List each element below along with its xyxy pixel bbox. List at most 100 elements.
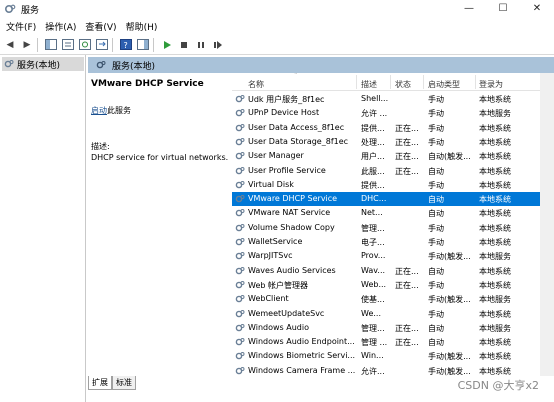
service-row[interactable]: Waves Audio Services Wav... 正在... 自动 本地系统 <box>232 264 554 278</box>
menu-action[interactable]: 操作(A) <box>45 20 76 33</box>
service-log-on-as: 本地服务 <box>479 323 511 333</box>
service-row[interactable]: User Data Access_8f1ec 提供... 正在... 手动 本地系统 <box>232 121 554 135</box>
service-name: Virtual Disk <box>248 179 294 189</box>
service-gear-icon <box>235 166 245 176</box>
pause-service-icon[interactable] <box>194 38 208 52</box>
show-hide-action-pane-icon[interactable] <box>136 38 150 52</box>
service-description: 提供... <box>361 180 385 190</box>
back-arrow-icon[interactable]: ◀ <box>3 38 17 52</box>
service-startup-type: 自动 <box>428 338 444 348</box>
service-row[interactable]: WarpJITSvc Prov... 手动(触发... 本地服务 <box>232 249 554 263</box>
console-tree-icon[interactable] <box>44 38 58 52</box>
column-header-description[interactable]: 描述 <box>361 79 389 90</box>
service-row[interactable]: UPnP Device Host 允许 ... 手动 本地服务 <box>232 106 554 120</box>
service-description: Prov... <box>361 251 386 261</box>
service-gear-icon <box>235 251 245 261</box>
service-row[interactable]: Windows Biometric Servi... Win... 手动(触发...… <box>232 349 554 363</box>
service-log-on-as: 本地系统 <box>479 195 511 205</box>
column-header-name[interactable]: 名称 <box>248 79 358 90</box>
maximize-button[interactable]: ☐ <box>486 0 520 18</box>
service-gear-icon <box>235 194 245 204</box>
properties-icon[interactable] <box>61 38 75 52</box>
service-log-on-as: 本地系统 <box>479 309 511 319</box>
menu-file[interactable]: 文件(F) <box>6 20 36 33</box>
service-startup-type: 手动(触发... <box>428 366 471 376</box>
service-startup-type: 手动 <box>428 180 444 190</box>
service-status: 正在... <box>395 323 419 333</box>
service-row[interactable]: Web 帐户管理器 Web... 正在... 手动 本地系统 <box>232 278 554 292</box>
service-status: 正在... <box>395 266 419 276</box>
service-row[interactable]: Windows Camera Frame ... 允许... 手动(触发... 本地系… <box>232 364 554 376</box>
service-status: 正在... <box>395 137 419 147</box>
tree-item-services-local[interactable]: 服务(本地) <box>2 57 84 71</box>
services-gear-icon <box>4 59 14 69</box>
restart-service-icon[interactable] <box>211 38 225 52</box>
service-gear-icon <box>235 323 245 333</box>
column-header-log-on-as[interactable]: 登录为 <box>479 79 539 90</box>
vertical-scrollbar[interactable] <box>540 73 554 376</box>
service-log-on-as: 本地系统 <box>479 137 511 147</box>
service-row[interactable]: VMware DHCP Service DHC... 自动 本地系统 <box>232 192 554 207</box>
menu-help[interactable]: 帮助(H) <box>126 20 158 33</box>
service-name: User Profile Service <box>248 165 326 175</box>
start-service-icon[interactable] <box>160 38 174 52</box>
service-row[interactable]: Volume Shadow Copy 管理... 手动 本地系统 <box>232 221 554 235</box>
toolbar-separator <box>112 37 113 52</box>
service-row[interactable]: User Data Storage_8f1ec 处理... 正在... 手动 本地系统 <box>232 135 554 149</box>
column-divider[interactable] <box>475 75 476 89</box>
service-name: Windows Audio <box>248 322 309 332</box>
service-row[interactable]: Windows Audio 管理... 正在... 自动 本地服务 <box>232 321 554 335</box>
service-log-on-as: 本地系统 <box>479 280 511 290</box>
start-service-suffix: 此服务 <box>107 106 131 115</box>
column-divider[interactable] <box>356 75 357 89</box>
service-description: 用户... <box>361 152 385 162</box>
service-row[interactable]: VMware NAT Service Net... 自动 本地系统 <box>232 206 554 220</box>
forward-arrow-icon[interactable]: ▶ <box>20 38 34 52</box>
column-divider[interactable] <box>390 75 391 89</box>
service-log-on-as: 本地系统 <box>479 352 511 362</box>
service-row[interactable]: WemeetUpdateSvc We... 手动 本地系统 <box>232 307 554 321</box>
service-startup-type: 自动 <box>428 209 444 219</box>
stop-service-icon[interactable] <box>177 38 191 52</box>
service-log-on-as: 本地系统 <box>479 266 511 276</box>
service-row[interactable]: User Profile Service 此服... 正在... 自动 本地系统 <box>232 164 554 178</box>
service-gear-icon <box>235 151 245 161</box>
export-list-icon[interactable] <box>95 38 109 52</box>
service-startup-type: 手动(触发... <box>428 295 471 305</box>
column-header-startup-type[interactable]: 启动类型 <box>428 79 476 90</box>
service-name: User Data Access_8f1ec <box>248 122 345 132</box>
service-description: 允许... <box>361 366 385 376</box>
service-name: Volume Shadow Copy <box>248 222 335 232</box>
service-startup-type: 自动 <box>428 166 444 176</box>
service-row[interactable]: WalletService 电子... 手动 本地系统 <box>232 235 554 249</box>
service-row[interactable]: WebClient 使基... 手动(触发... 本地服务 <box>232 292 554 306</box>
service-log-on-as: 本地系统 <box>479 223 511 233</box>
service-startup-type: 手动 <box>428 123 444 133</box>
refresh-icon[interactable] <box>78 38 92 52</box>
help-icon[interactable]: ? <box>119 38 133 52</box>
services-list: ˆ 名称 描述 状态 启动类型 登录为 Udk 用户服务_8f1ec Shell.… <box>232 73 554 376</box>
service-startup-type: 手动 <box>428 95 444 104</box>
service-description: 此服... <box>361 166 385 176</box>
service-row[interactable]: Virtual Disk 提供... 手动 本地系统 <box>232 178 554 192</box>
column-divider[interactable] <box>423 75 424 89</box>
menu-view[interactable]: 查看(V) <box>85 20 116 33</box>
service-row[interactable]: Windows Audio Endpoint... 管理 ... 正在... 自动 本地… <box>232 335 554 349</box>
service-log-on-as: 本地系统 <box>479 123 511 133</box>
start-service-line: 启动此服务 <box>91 105 131 116</box>
service-description: Net... <box>361 208 383 218</box>
minimize-button[interactable]: — <box>452 0 486 18</box>
close-button[interactable]: ✕ <box>520 0 554 18</box>
column-header-status[interactable]: 状态 <box>395 79 421 90</box>
tab-standard[interactable]: 标准 <box>112 376 136 390</box>
tab-extended[interactable]: 扩展 <box>88 376 112 390</box>
service-row[interactable]: User Manager 用户... 正在... 自动(触发... 本地系统 <box>232 149 554 163</box>
window-title: 服务 <box>21 5 40 16</box>
service-row[interactable]: Udk 用户服务_8f1ec Shell... 手动 本地系统 <box>232 92 554 106</box>
service-gear-icon <box>235 237 245 247</box>
view-tabs: 扩展 标准 <box>88 376 136 390</box>
start-service-link[interactable]: 启动 <box>91 106 107 115</box>
service-gear-icon <box>235 266 245 276</box>
service-description: 电子... <box>361 238 385 247</box>
tree-item-label: 服务(本地) <box>17 60 61 71</box>
